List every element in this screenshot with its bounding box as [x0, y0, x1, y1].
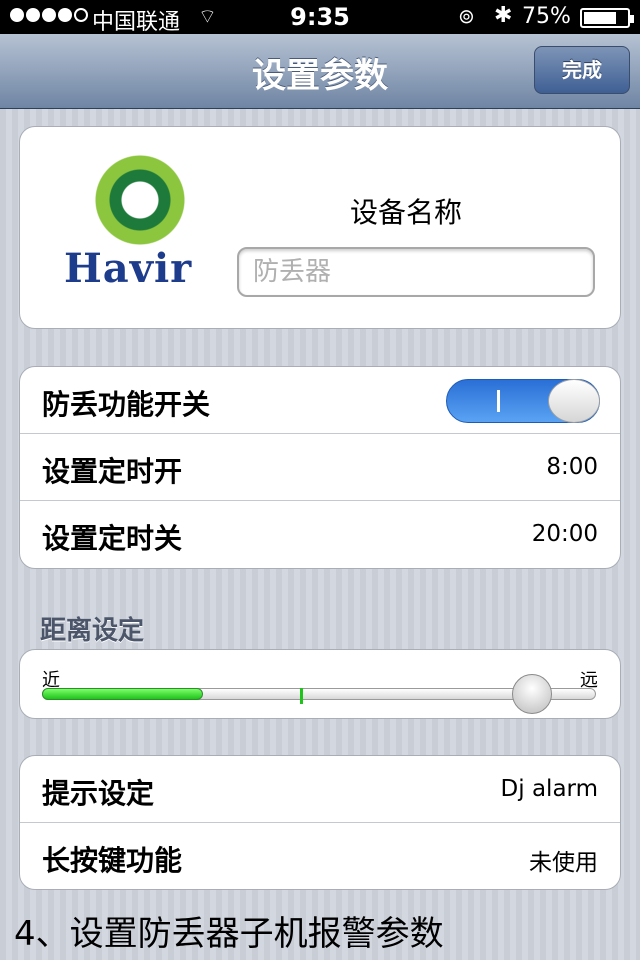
toggle-knob	[548, 379, 600, 423]
timer-off-row[interactable]: 设置定时关 20:00	[20, 501, 620, 568]
anti-loss-label: 防丢功能开关	[42, 388, 211, 421]
prompt-setting-label: 提示设定	[42, 777, 155, 810]
navigation-bar: 设置参数 完成	[0, 34, 640, 109]
distance-slider-knob[interactable]	[512, 674, 553, 714]
distance-section-title: 距离设定	[40, 616, 145, 646]
prompt-setting-row[interactable]: 提示设定 Dj alarm	[20, 756, 620, 823]
battery-percent: 75%	[522, 4, 571, 29]
logo-ring-icon	[90, 155, 190, 245]
timer-off-value: 20:00	[531, 521, 598, 547]
long-press-label: 长按键功能	[42, 844, 183, 877]
distance-slider-marker	[299, 688, 303, 704]
logo-brand-text: Havir	[64, 245, 193, 292]
rotation-lock-icon: ⊚	[458, 4, 475, 28]
timer-on-value: 8:00	[546, 454, 598, 480]
anti-loss-row: 防丢功能开关	[20, 367, 620, 434]
device-info-group: Havir 设备名称	[19, 126, 621, 329]
distance-group: 近 远	[19, 649, 621, 719]
havir-logo: Havir	[60, 149, 236, 299]
long-press-row[interactable]: 长按键功能 未使用	[20, 823, 620, 889]
caption-text: 4、设置防丢器子机报警参数	[14, 914, 444, 954]
distance-slider-fill	[42, 688, 203, 700]
timer-off-label: 设置定时关	[42, 522, 183, 555]
device-name-label: 设备名称	[350, 196, 463, 229]
status-bar: 中国联通 ⌔ 9:35 ⊚ ✱ 75%	[0, 0, 640, 35]
done-button[interactable]: 完成	[534, 46, 630, 94]
long-press-value: 未使用	[529, 850, 598, 876]
bluetooth-icon: ✱	[494, 3, 513, 28]
battery-icon	[580, 8, 634, 28]
timer-on-label: 设置定时开	[42, 455, 183, 488]
prompt-setting-value: Dj alarm	[500, 776, 598, 802]
device-name-input[interactable]	[237, 247, 595, 297]
anti-loss-toggle[interactable]	[446, 379, 600, 423]
timer-on-row[interactable]: 设置定时开 8:00	[20, 434, 620, 501]
settings-group: 防丢功能开关 设置定时开 8:00 设置定时关 20:00	[19, 366, 621, 569]
toggle-on-mark-icon	[497, 390, 500, 412]
alerts-group: 提示设定 Dj alarm 长按键功能 未使用	[19, 755, 621, 890]
